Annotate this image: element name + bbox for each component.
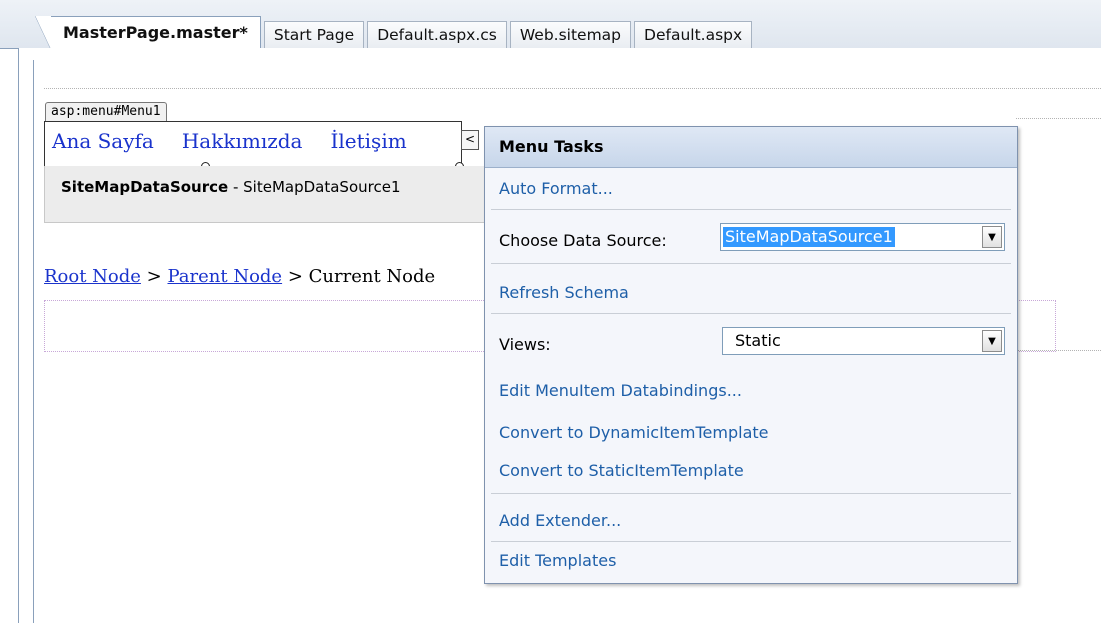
- choose-data-source-dropdown[interactable]: SiteMapDataSource1 ▼: [720, 223, 1005, 251]
- menu-items: Ana Sayfa Hakkımızda İletişim: [52, 129, 435, 153]
- breadcrumb-root-node[interactable]: Root Node: [44, 266, 141, 287]
- tab-masterpage-master[interactable]: MasterPage.master*: [35, 16, 261, 50]
- menu-tasks-panel: Menu Tasks Auto Format... Choose Data So…: [484, 126, 1018, 584]
- separator: [491, 209, 1011, 210]
- convert-to-dynamic-template-link[interactable]: Convert to DynamicItemTemplate: [499, 423, 769, 442]
- views-label: Views:: [499, 335, 551, 354]
- separator: [491, 493, 1011, 494]
- separator: [491, 263, 1011, 264]
- menu-item-ana-sayfa[interactable]: Ana Sayfa: [52, 129, 154, 153]
- breadcrumb-parent-node[interactable]: Parent Node: [167, 266, 282, 287]
- tab-start-page[interactable]: Start Page: [263, 21, 365, 48]
- auto-format-link[interactable]: Auto Format...: [499, 179, 613, 198]
- content-region-border-right: [1016, 118, 1101, 119]
- choose-data-source-value: SiteMapDataSource1: [723, 227, 895, 247]
- sitemap-datasource-control[interactable]: SiteMapDataSource - SiteMapDataSource1: [44, 166, 486, 223]
- breadcrumb-current-node: Current Node: [308, 266, 436, 287]
- breadcrumb-separator: >: [282, 266, 309, 287]
- edit-menuitem-databindings-link[interactable]: Edit MenuItem Databindings...: [499, 381, 742, 400]
- tab-web-sitemap[interactable]: Web.sitemap: [509, 21, 632, 48]
- views-dropdown[interactable]: Static ▼: [722, 327, 1005, 355]
- breadcrumb-separator: >: [140, 266, 168, 287]
- tab-default-aspx[interactable]: Default.aspx: [634, 21, 753, 48]
- smart-tag-collapse-button[interactable]: <: [461, 130, 479, 150]
- chevron-down-icon[interactable]: ▼: [982, 330, 1002, 352]
- sitemap-path-control[interactable]: Root Node > Parent Node > Current Node: [44, 266, 435, 287]
- menu-item-iletisim[interactable]: İletişim: [330, 129, 406, 153]
- sitemap-datasource-label: SiteMapDataSource - SiteMapDataSource1: [61, 178, 400, 196]
- sitemap-datasource-type: SiteMapDataSource: [61, 178, 229, 196]
- edit-templates-link[interactable]: Edit Templates: [499, 551, 616, 570]
- chevron-down-icon[interactable]: ▼: [982, 226, 1002, 248]
- add-extender-link[interactable]: Add Extender...: [499, 511, 621, 530]
- menu-tasks-title: Menu Tasks: [485, 127, 1017, 168]
- menu-control[interactable]: Ana Sayfa Hakkımızda İletişim: [44, 121, 462, 168]
- separator: [491, 313, 1011, 314]
- views-value: Static: [735, 331, 781, 350]
- content-region-border: [44, 88, 1101, 89]
- convert-to-static-template-link[interactable]: Convert to StaticItemTemplate: [499, 461, 744, 480]
- document-tab-strip: MasterPage.master* Start Page Default.as…: [0, 0, 1101, 50]
- tab-default-aspx-cs[interactable]: Default.aspx.cs: [367, 21, 507, 48]
- document-tabs: MasterPage.master* Start Page Default.as…: [35, 14, 755, 50]
- choose-data-source-label: Choose Data Source:: [499, 231, 667, 250]
- separator: [491, 541, 1011, 542]
- menu-control-tag[interactable]: asp:menu#Menu1: [45, 102, 167, 121]
- refresh-schema-link[interactable]: Refresh Schema: [499, 283, 629, 302]
- sitemap-datasource-id: - SiteMapDataSource1: [228, 178, 401, 196]
- menu-item-hakkimizda[interactable]: Hakkımızda: [182, 129, 303, 153]
